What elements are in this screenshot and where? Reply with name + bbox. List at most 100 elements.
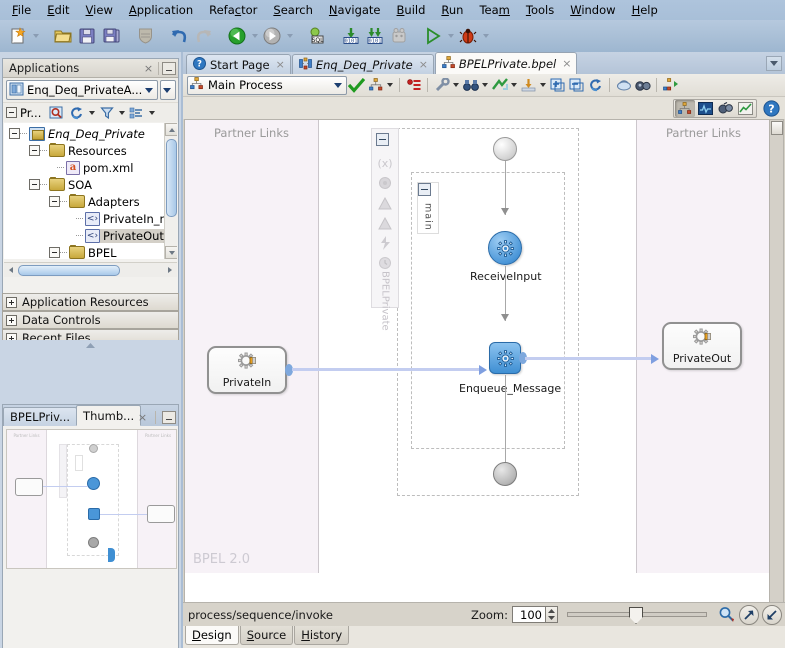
- expand-collapse-icon[interactable]: [29, 145, 40, 156]
- expand-icon[interactable]: [6, 297, 17, 308]
- collapse-projects-icon[interactable]: [6, 107, 17, 118]
- zoom-slider[interactable]: [567, 612, 707, 617]
- receive-activity[interactable]: [488, 231, 522, 265]
- undo-icon[interactable]: [168, 25, 190, 47]
- scroll-up-icon[interactable]: [165, 123, 177, 136]
- breakpoints-icon[interactable]: [404, 76, 423, 95]
- monitor-view-icon[interactable]: [695, 100, 715, 117]
- forward-dropdown-arrow[interactable]: [284, 25, 295, 47]
- debug-icon[interactable]: [457, 25, 479, 47]
- menu-application[interactable]: Application: [121, 1, 201, 19]
- menu-team[interactable]: Team: [471, 1, 517, 19]
- new-icon[interactable]: [7, 25, 29, 47]
- project-tree[interactable]: Enq_Deq_Private Resources a pom.xml: [4, 123, 164, 259]
- menu-search[interactable]: Search: [265, 1, 321, 19]
- tree-node-resources[interactable]: Resources: [4, 142, 164, 159]
- menu-edit[interactable]: Edit: [39, 1, 77, 19]
- tab-history[interactable]: History: [294, 626, 349, 645]
- variables-icon[interactable]: (x): [375, 153, 395, 173]
- refresh-dropdown-arrow[interactable]: [87, 104, 96, 122]
- find-usages-icon[interactable]: [461, 76, 480, 95]
- minimize-icon[interactable]: [162, 62, 176, 75]
- expand-icon[interactable]: [6, 315, 17, 326]
- canvas-vertical-scrollbar[interactable]: [769, 120, 783, 646]
- test-view-icon[interactable]: [715, 100, 735, 117]
- group-dropdown-arrow[interactable]: [147, 104, 156, 122]
- step-over-icon[interactable]: 0101: [364, 25, 386, 47]
- tab-bpelprivate-bpel[interactable]: BPELPrivate.bpel ×: [435, 52, 578, 74]
- structure-dropdown-arrow[interactable]: [385, 76, 395, 95]
- tree-node-bpel-folder[interactable]: BPEL: [4, 244, 164, 259]
- dock-resize-handle[interactable]: [2, 340, 179, 350]
- menu-navigate[interactable]: Navigate: [321, 1, 389, 19]
- generate-icon[interactable]: [661, 76, 680, 95]
- help-icon[interactable]: ?: [762, 99, 781, 118]
- filter-icon[interactable]: [97, 104, 116, 122]
- menu-run[interactable]: Run: [433, 1, 471, 19]
- print-icon[interactable]: [614, 76, 633, 95]
- zoom-input[interactable]: 100: [512, 606, 546, 623]
- import-dropdown-arrow[interactable]: [538, 76, 548, 95]
- preferences-icon[interactable]: [432, 76, 451, 95]
- flow-icon[interactable]: [490, 76, 509, 95]
- run-icon[interactable]: [422, 25, 444, 47]
- application-menu-button[interactable]: [160, 80, 176, 100]
- scrollbar-thumb[interactable]: [166, 139, 177, 217]
- close-icon[interactable]: ×: [276, 58, 285, 71]
- save-icon[interactable]: [76, 25, 98, 47]
- validate-icon[interactable]: [347, 76, 366, 95]
- expand-all-icon[interactable]: [548, 76, 567, 95]
- forward-icon[interactable]: [261, 25, 283, 47]
- refresh-diagram-icon[interactable]: [586, 76, 605, 95]
- group-by-icon[interactable]: [127, 104, 146, 122]
- fault-handlers-icon[interactable]: [375, 193, 395, 213]
- tree-vertical-scrollbar[interactable]: [164, 123, 177, 259]
- undo-checkpoint-icon[interactable]: [134, 25, 156, 47]
- end-event[interactable]: [493, 462, 517, 486]
- search-projects-icon[interactable]: [47, 104, 66, 122]
- expand-collapse-icon[interactable]: [29, 179, 40, 190]
- tree-node-project[interactable]: Enq_Deq_Private: [4, 125, 164, 142]
- event-handlers-icon[interactable]: [375, 233, 395, 253]
- save-all-icon[interactable]: [100, 25, 122, 47]
- zoom-increment-icon[interactable]: [546, 607, 557, 615]
- stop-icon[interactable]: [388, 25, 410, 47]
- preferences-dropdown-arrow[interactable]: [451, 76, 461, 95]
- close-icon[interactable]: ×: [419, 58, 428, 71]
- restore-diagram-icon[interactable]: [762, 605, 782, 625]
- tree-node-privateout[interactable]: <› PrivateOut_: [4, 227, 164, 244]
- analytics-view-icon[interactable]: [735, 100, 755, 117]
- thumbnail-canvas[interactable]: Partner Links Partner Links: [6, 429, 177, 569]
- close-icon[interactable]: ×: [142, 63, 155, 74]
- find-usages-dropdown-arrow[interactable]: [480, 76, 490, 95]
- collapse-sequence-icon[interactable]: [418, 183, 431, 196]
- invoke-activity[interactable]: [489, 342, 521, 374]
- scroll-left-icon[interactable]: [4, 264, 18, 277]
- run-dropdown-arrow[interactable]: [445, 25, 456, 47]
- menu-help[interactable]: Help: [624, 1, 666, 19]
- import-icon[interactable]: [519, 76, 538, 95]
- refresh-icon[interactable]: [67, 104, 86, 122]
- expand-collapse-icon[interactable]: [49, 247, 60, 258]
- maximize-diagram-icon[interactable]: [739, 605, 759, 625]
- tree-node-privatein[interactable]: <› PrivateIn_m: [4, 210, 164, 227]
- back-icon[interactable]: [226, 25, 248, 47]
- new-dropdown-arrow[interactable]: [30, 25, 41, 47]
- thumbnail-viewport-marker[interactable]: [108, 548, 115, 562]
- menu-view[interactable]: View: [78, 1, 121, 19]
- menu-tools[interactable]: Tools: [518, 1, 562, 19]
- scrollbar-thumb[interactable]: [18, 265, 120, 276]
- design-view-icon[interactable]: [675, 100, 695, 117]
- scroll-down-icon[interactable]: [165, 246, 177, 259]
- tree-horizontal-scrollbar[interactable]: [4, 262, 177, 277]
- tab-design[interactable]: Design: [185, 626, 239, 645]
- partner-link-privateout[interactable]: PrivateOut: [662, 322, 742, 370]
- tab-thumbnail[interactable]: Thumb...: [76, 405, 141, 426]
- close-icon[interactable]: ×: [562, 57, 571, 70]
- open-icon[interactable]: [52, 25, 74, 47]
- flow-dropdown-arrow[interactable]: [509, 76, 519, 95]
- filter-dropdown-arrow[interactable]: [117, 104, 126, 122]
- redo-icon[interactable]: [192, 25, 214, 47]
- collapse-all-icon[interactable]: [567, 76, 586, 95]
- process-scope-combo[interactable]: Main Process: [187, 76, 347, 95]
